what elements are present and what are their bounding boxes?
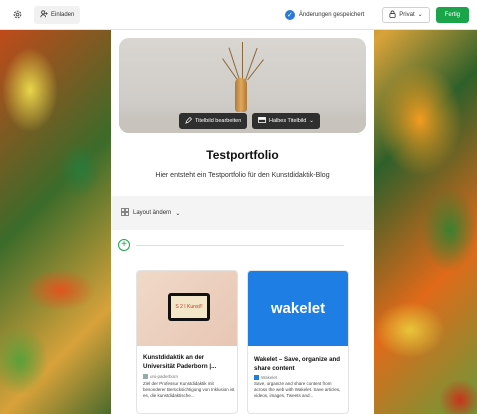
top-toolbar: Einladen ✓ Änderungen gespeichert Privat… — [0, 0, 477, 30]
invite-label: Einladen — [51, 11, 75, 18]
vase-image — [235, 78, 247, 112]
lock-icon — [389, 10, 396, 20]
edit-cover-button[interactable]: Titelbild bearbeiten — [179, 113, 248, 129]
cover-size-dropdown[interactable]: Halbes Titelbild ⌄ — [252, 113, 320, 129]
cover-image: Titelbild bearbeiten Halbes Titelbild ⌄ — [119, 38, 366, 133]
card-source: uni-paderborn — [143, 374, 178, 379]
grid-icon — [121, 208, 129, 218]
chevron-down-icon: ⌄ — [309, 118, 314, 124]
privacy-dropdown[interactable]: Privat ⌄ — [382, 6, 430, 23]
edit-cover-label: Titelbild bearbeiten — [195, 118, 242, 124]
half-cover-icon — [258, 117, 266, 125]
site-favicon-icon — [143, 374, 148, 379]
card-description: Save, organize and share content from ac… — [254, 381, 341, 398]
thumbnail-text: S 2 I Kunst!! — [171, 296, 207, 318]
add-block-button[interactable]: + — [118, 239, 130, 251]
page-subtitle[interactable]: Hier entsteht ein Testportfolio für den … — [111, 172, 374, 179]
card-title: Kunstdidaktik an der Universität Paderbo… — [143, 354, 217, 370]
layout-bar: Layout ändern ⌄ — [111, 196, 374, 230]
settings-icon[interactable] — [8, 6, 26, 24]
link-card[interactable]: S 2 I Kunst!! Kunstdidaktik an der Unive… — [136, 270, 238, 414]
invite-button[interactable]: Einladen — [34, 5, 81, 24]
card-source-text: Wakelet — [261, 375, 278, 380]
save-status: ✓ Änderungen gespeichert — [284, 9, 365, 20]
card-source: Wakelet — [254, 375, 277, 380]
add-person-icon — [40, 9, 48, 20]
check-icon: ✓ — [284, 9, 295, 20]
site-favicon-icon — [254, 375, 259, 380]
card-thumbnail: S 2 I Kunst!! — [137, 271, 237, 346]
change-layout-button[interactable]: Layout ändern ⌄ — [117, 206, 184, 220]
card-description: Ziel der Professur Kunstdidaktik mit bes… — [143, 381, 235, 398]
save-status-text: Änderungen gespeichert — [298, 11, 365, 18]
change-layout-label: Layout ändern — [133, 210, 172, 216]
card-source-text: uni-paderborn — [150, 374, 179, 379]
card-title: Wakelet – Save, organize and share conte… — [254, 356, 341, 372]
page-title[interactable]: Testportfolio — [111, 148, 374, 162]
chevron-down-icon: ⌄ — [175, 210, 181, 217]
pencil-icon — [185, 116, 193, 126]
privacy-label: Privat — [399, 11, 415, 18]
chevron-down-icon: ⌄ — [417, 12, 423, 18]
cover-size-label: Halbes Titelbild — [269, 118, 307, 124]
done-button[interactable]: Fertig — [435, 6, 469, 23]
wakelet-logo-text: wakelet — [270, 300, 326, 317]
section-divider — [136, 245, 344, 246]
link-card[interactable]: wakelet Wakelet – Save, organize and sha… — [247, 270, 349, 414]
card-thumbnail: wakelet — [248, 271, 348, 346]
